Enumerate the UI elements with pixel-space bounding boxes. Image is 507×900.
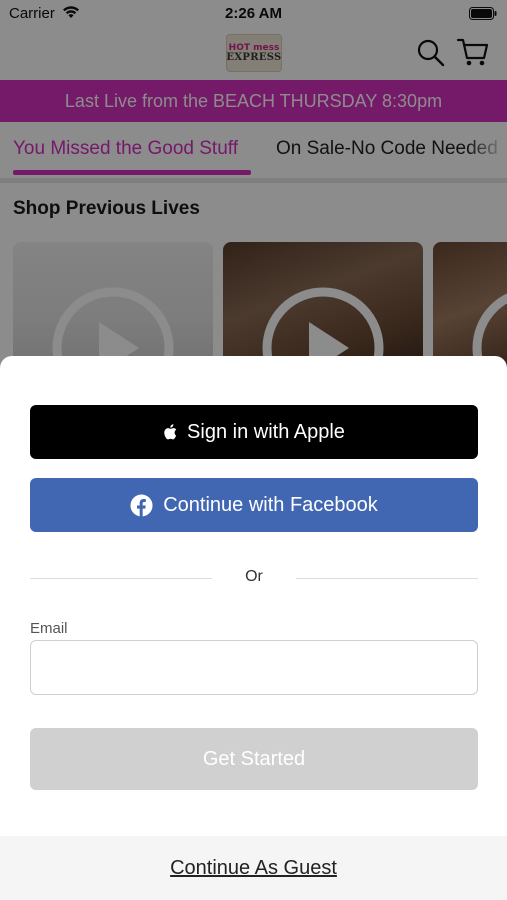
apple-button-label: Sign in with Apple <box>187 420 345 443</box>
get-started-button[interactable]: Get Started <box>30 728 478 790</box>
sign-in-sheet: Sign in with Apple Continue with Faceboo… <box>0 356 507 900</box>
guest-footer: Continue As Guest <box>0 836 507 900</box>
email-label: Email <box>30 620 68 637</box>
app-screen: Carrier 2:26 AM HOT mess EXPRESS Last Li… <box>0 0 507 900</box>
divider-line-right <box>296 578 478 579</box>
sign-in-with-apple-button[interactable]: Sign in with Apple <box>30 405 478 459</box>
or-divider: Or <box>30 566 478 590</box>
apple-icon <box>164 424 177 440</box>
facebook-button-label: Continue with Facebook <box>163 493 378 516</box>
divider-text: Or <box>245 568 263 585</box>
continue-as-guest-link[interactable]: Continue As Guest <box>170 857 337 880</box>
facebook-icon <box>130 493 153 517</box>
continue-with-facebook-button[interactable]: Continue with Facebook <box>30 478 478 532</box>
get-started-label: Get Started <box>202 747 306 770</box>
email-field[interactable] <box>30 640 478 695</box>
